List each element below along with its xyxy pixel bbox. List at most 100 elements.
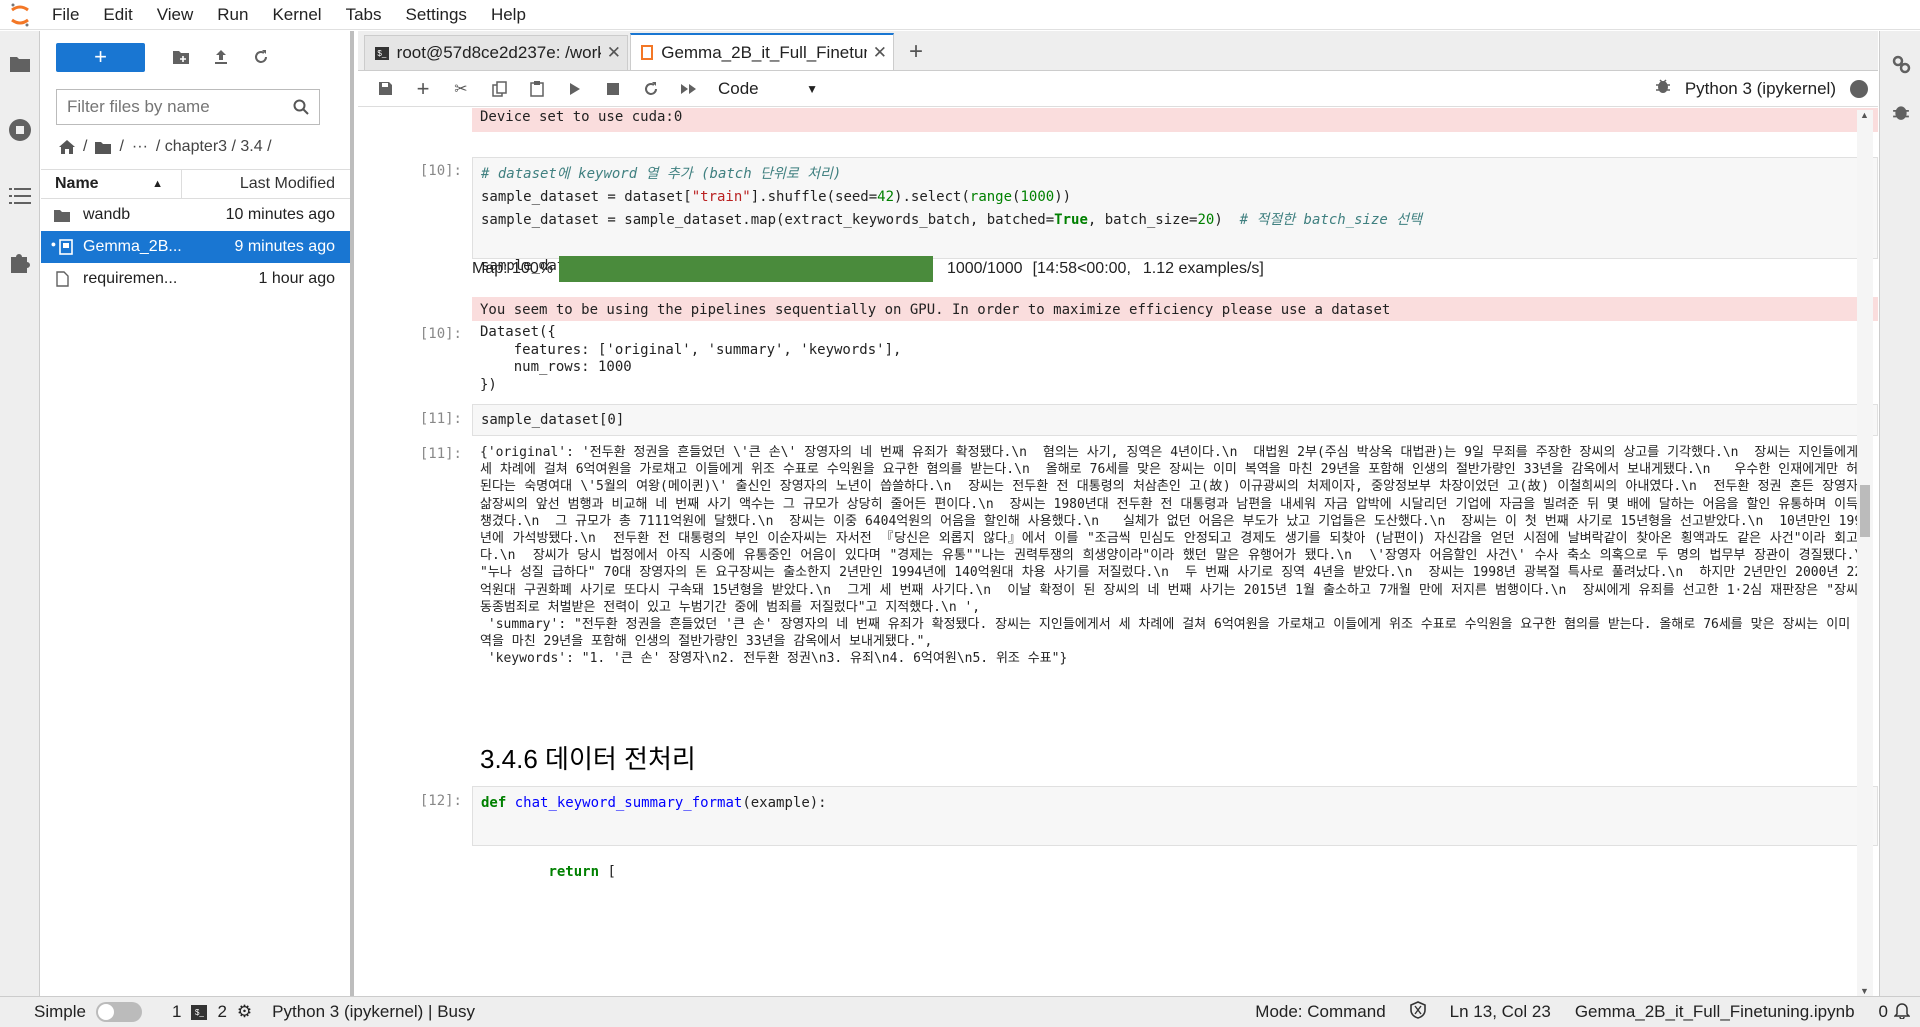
file-name: requiremen... bbox=[83, 270, 178, 287]
notebook-icon: ● bbox=[47, 239, 77, 255]
fast-forward-icon[interactable] bbox=[670, 74, 708, 104]
folder-icon bbox=[47, 209, 77, 222]
cell-10-code[interactable]: # dataset에 keyword 열 추가 (batch 단위로 처리) s… bbox=[472, 157, 1878, 274]
cursor-position[interactable]: Ln 13, Col 23 bbox=[1450, 1002, 1551, 1022]
run-icon[interactable] bbox=[556, 74, 594, 104]
notification-count: 0 bbox=[1878, 1002, 1888, 1021]
kernel-status[interactable]: Python 3 (ipykernel) | Busy bbox=[272, 1002, 475, 1022]
menu-file[interactable]: File bbox=[40, 0, 91, 30]
file-row-wandb[interactable]: wandb 10 minutes ago bbox=[41, 199, 350, 231]
tab-label: root@57d8ce2d237e: /work bbox=[396, 43, 601, 62]
upload-icon[interactable] bbox=[201, 42, 241, 72]
kernel-area: Python 3 (ipykernel) bbox=[1655, 78, 1878, 99]
progress-time: [14:58<00:00, bbox=[1032, 260, 1131, 277]
menu-kernel[interactable]: Kernel bbox=[260, 0, 333, 30]
stop-icon[interactable] bbox=[594, 74, 632, 104]
sort-ascending-icon: ▲ bbox=[152, 178, 163, 190]
simple-mode-label: Simple bbox=[34, 1002, 86, 1021]
close-icon[interactable]: ✕ bbox=[607, 43, 621, 63]
file-icon bbox=[47, 271, 77, 287]
cell-11-code-text: sample_dataset[0] bbox=[481, 412, 625, 428]
add-tab-button[interactable]: + bbox=[902, 38, 930, 66]
breadcrumb-path[interactable]: / chapter3 / 3.4 / bbox=[156, 138, 272, 156]
file-row-notebook[interactable]: ● Gemma_2B... 9 minutes ago bbox=[41, 231, 350, 263]
chevron-down-icon: ▼ bbox=[806, 81, 818, 96]
breadcrumb-sep: / bbox=[119, 138, 124, 155]
shield-icon[interactable] bbox=[1409, 1000, 1426, 1024]
tab-label: Gemma_2B_it_Full_Finetunin bbox=[661, 42, 867, 62]
close-icon[interactable]: ✕ bbox=[873, 43, 887, 63]
new-folder-icon[interactable] bbox=[161, 42, 201, 72]
terminal-icon: $_ bbox=[191, 1004, 208, 1020]
notebook-content: Device set to use cuda:0 [10]: # dataset… bbox=[358, 108, 1878, 996]
warning-output: You seem to be using the pipelines seque… bbox=[472, 297, 1878, 321]
copy-icon[interactable] bbox=[480, 74, 518, 104]
stderr-output: Device set to use cuda:0 bbox=[472, 108, 1878, 132]
menu-view[interactable]: View bbox=[145, 0, 206, 30]
simple-mode-toggle[interactable] bbox=[95, 1002, 142, 1022]
file-row-requirements[interactable]: requiremen... 1 hour ago bbox=[41, 263, 350, 295]
cell-10-output: Dataset({ features: ['original', 'summar… bbox=[480, 324, 902, 393]
bell-icon[interactable] bbox=[1893, 1001, 1911, 1024]
menu-bar: File Edit View Run Kernel Tabs Settings … bbox=[0, 0, 1920, 30]
menu-help[interactable]: Help bbox=[479, 0, 538, 30]
right-sidebar bbox=[1879, 31, 1920, 996]
cell-type-value: Code bbox=[718, 78, 759, 98]
menu-edit[interactable]: Edit bbox=[91, 0, 144, 30]
folder-icon[interactable] bbox=[95, 141, 112, 154]
menu-run[interactable]: Run bbox=[205, 0, 260, 30]
progress-bar-fill bbox=[558, 256, 933, 282]
refresh-icon[interactable] bbox=[241, 42, 281, 72]
progress-count: 1000/1000 bbox=[946, 260, 1023, 277]
file-name: wandb bbox=[83, 206, 131, 223]
main-dock-panel: $_ root@57d8ce2d237e: /work ✕ Gemma_2B_i… bbox=[358, 31, 1878, 996]
status-bar: Simple 1 $_ 2 ⚙ Python 3 (ipykernel) | B… bbox=[0, 996, 1920, 1027]
terminal-icon: $_ bbox=[375, 46, 389, 60]
notebook-icon bbox=[641, 45, 654, 60]
paste-icon[interactable] bbox=[518, 74, 556, 104]
markdown-heading: 3.4.6 데이터 전처리 bbox=[480, 744, 696, 774]
new-launcher-button[interactable]: + bbox=[56, 42, 145, 72]
cell-11-code[interactable]: sample_dataset[0] bbox=[472, 404, 1878, 436]
save-icon[interactable] bbox=[366, 74, 404, 104]
kernel-count[interactable]: 2 bbox=[217, 1002, 226, 1022]
cell-10-output-prompt: [10]: bbox=[419, 326, 462, 342]
breadcrumb: / / ··· / chapter3 / 3.4 / bbox=[41, 125, 350, 169]
insert-cell-icon[interactable]: + bbox=[404, 74, 442, 104]
tab-terminal[interactable]: $_ root@57d8ce2d237e: /work ✕ bbox=[364, 35, 628, 70]
kernel-name[interactable]: Python 3 (ipykernel) bbox=[1685, 79, 1836, 99]
bug-icon[interactable] bbox=[1655, 78, 1671, 99]
tab-notebook[interactable]: Gemma_2B_it_Full_Finetunin ✕ bbox=[630, 33, 894, 70]
property-inspector-icon[interactable] bbox=[1880, 31, 1920, 97]
debugger-icon[interactable] bbox=[1880, 97, 1920, 127]
folder-icon[interactable] bbox=[0, 31, 40, 97]
progress-bar bbox=[558, 256, 933, 282]
restart-icon[interactable] bbox=[632, 74, 670, 104]
notebook-scrollbar[interactable]: ▲ ▼ bbox=[1857, 110, 1873, 996]
file-modified: 9 minutes ago bbox=[234, 238, 335, 255]
terminal-count[interactable]: 1 bbox=[172, 1002, 181, 1022]
file-list-header: Name ▲ Last Modified bbox=[41, 169, 350, 199]
filter-files-input[interactable]: Filter files by name bbox=[56, 89, 320, 125]
running-icon[interactable] bbox=[0, 97, 40, 163]
menu-settings[interactable]: Settings bbox=[394, 0, 479, 30]
file-modified: 1 hour ago bbox=[258, 270, 335, 287]
menu-tabs[interactable]: Tabs bbox=[334, 0, 394, 30]
home-icon[interactable] bbox=[59, 140, 75, 154]
extension-icon[interactable] bbox=[0, 229, 40, 295]
column-name-header[interactable]: Name ▲ bbox=[41, 170, 182, 198]
scrollbar-thumb[interactable] bbox=[1860, 485, 1870, 537]
table-of-contents-icon[interactable] bbox=[0, 163, 40, 229]
file-modified: 10 minutes ago bbox=[225, 206, 335, 223]
file-name: Gemma_2B... bbox=[83, 238, 182, 255]
cell-12-code[interactable]: def chat_keyword_summary_format(example)… bbox=[472, 786, 1878, 880]
mode-indicator: Mode: Command bbox=[1255, 1002, 1386, 1021]
notebook-toolbar: + ✂ Code ▼ Python 3 (ipykernel) bbox=[358, 71, 1878, 107]
filter-placeholder: Filter files by name bbox=[67, 97, 210, 116]
progress-rate: 1.12 examples/s] bbox=[1142, 260, 1264, 277]
column-modified-header[interactable]: Last Modified bbox=[182, 175, 350, 193]
cell-type-select[interactable]: Code ▼ bbox=[718, 79, 818, 99]
search-icon bbox=[293, 99, 309, 115]
breadcrumb-ellipsis[interactable]: ··· bbox=[132, 138, 148, 156]
cut-icon[interactable]: ✂ bbox=[442, 74, 480, 104]
